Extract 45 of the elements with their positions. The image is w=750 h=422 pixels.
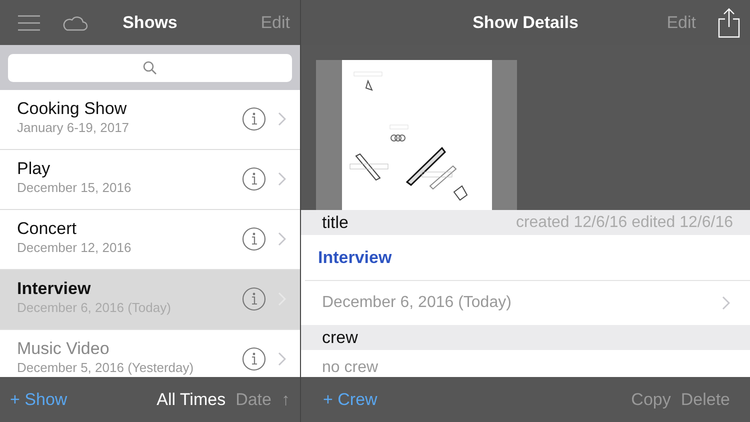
- section-title: crew: [322, 328, 358, 348]
- share-icon[interactable]: [718, 8, 740, 38]
- empty-crew-text: no crew: [322, 359, 380, 377]
- add-show-button[interactable]: + Show: [10, 390, 68, 410]
- show-date: January 6-19, 2017: [17, 120, 130, 136]
- chevron-icon: [278, 112, 286, 126]
- info-icon[interactable]: [242, 107, 266, 131]
- edit-button[interactable]: Edit: [666, 12, 696, 32]
- show-name: Interview: [17, 279, 92, 299]
- info-icon[interactable]: [242, 167, 266, 191]
- show-list-item[interactable]: Cooking Show January 6-19, 2017: [0, 90, 300, 150]
- timestamps-text: created 12/6/16 edited 12/6/16: [516, 214, 733, 232]
- show-name: Music Video: [17, 339, 110, 359]
- show-title: Interview: [318, 248, 392, 268]
- chevron-icon: [278, 172, 286, 186]
- cloud-icon[interactable]: [62, 14, 88, 30]
- filter-button[interactable]: All Times: [156, 390, 226, 410]
- menu-icon[interactable]: [18, 14, 40, 30]
- panel-title: Shows: [122, 13, 178, 33]
- show-date: December 5, 2016 (Yesterday): [17, 360, 195, 376]
- copy-button[interactable]: Copy: [631, 390, 671, 410]
- show-date: December 15, 2016: [17, 180, 132, 196]
- delete-button[interactable]: Delete: [680, 390, 730, 410]
- sort-direction-button[interactable]: ↑: [282, 390, 290, 410]
- search-field[interactable]: [8, 54, 292, 82]
- info-icon[interactable]: [242, 227, 266, 251]
- chevron-icon: [278, 232, 286, 246]
- section-title: title: [322, 212, 348, 232]
- add-crew-button[interactable]: + Crew: [323, 390, 378, 410]
- show-name: Cooking Show: [17, 99, 128, 119]
- chevron-icon: [722, 296, 730, 310]
- info-icon[interactable]: [242, 287, 266, 311]
- show-list-item[interactable]: Play December 15, 2016: [0, 150, 300, 210]
- panel-title: Show Details: [472, 13, 578, 33]
- search-icon: [143, 60, 157, 74]
- sort-button[interactable]: Date: [236, 390, 272, 410]
- show-name: Concert: [17, 219, 78, 239]
- show-name: Play: [17, 159, 52, 179]
- show-date: December 6, 2016 (Today): [322, 294, 512, 312]
- diagram-thumbnail[interactable]: [316, 60, 517, 210]
- chevron-icon: [278, 352, 286, 366]
- show-date: December 12, 2016: [17, 240, 132, 256]
- title-row[interactable]: Interview: [301, 235, 750, 280]
- info-icon[interactable]: [242, 347, 266, 371]
- edit-button[interactable]: Edit: [260, 12, 290, 32]
